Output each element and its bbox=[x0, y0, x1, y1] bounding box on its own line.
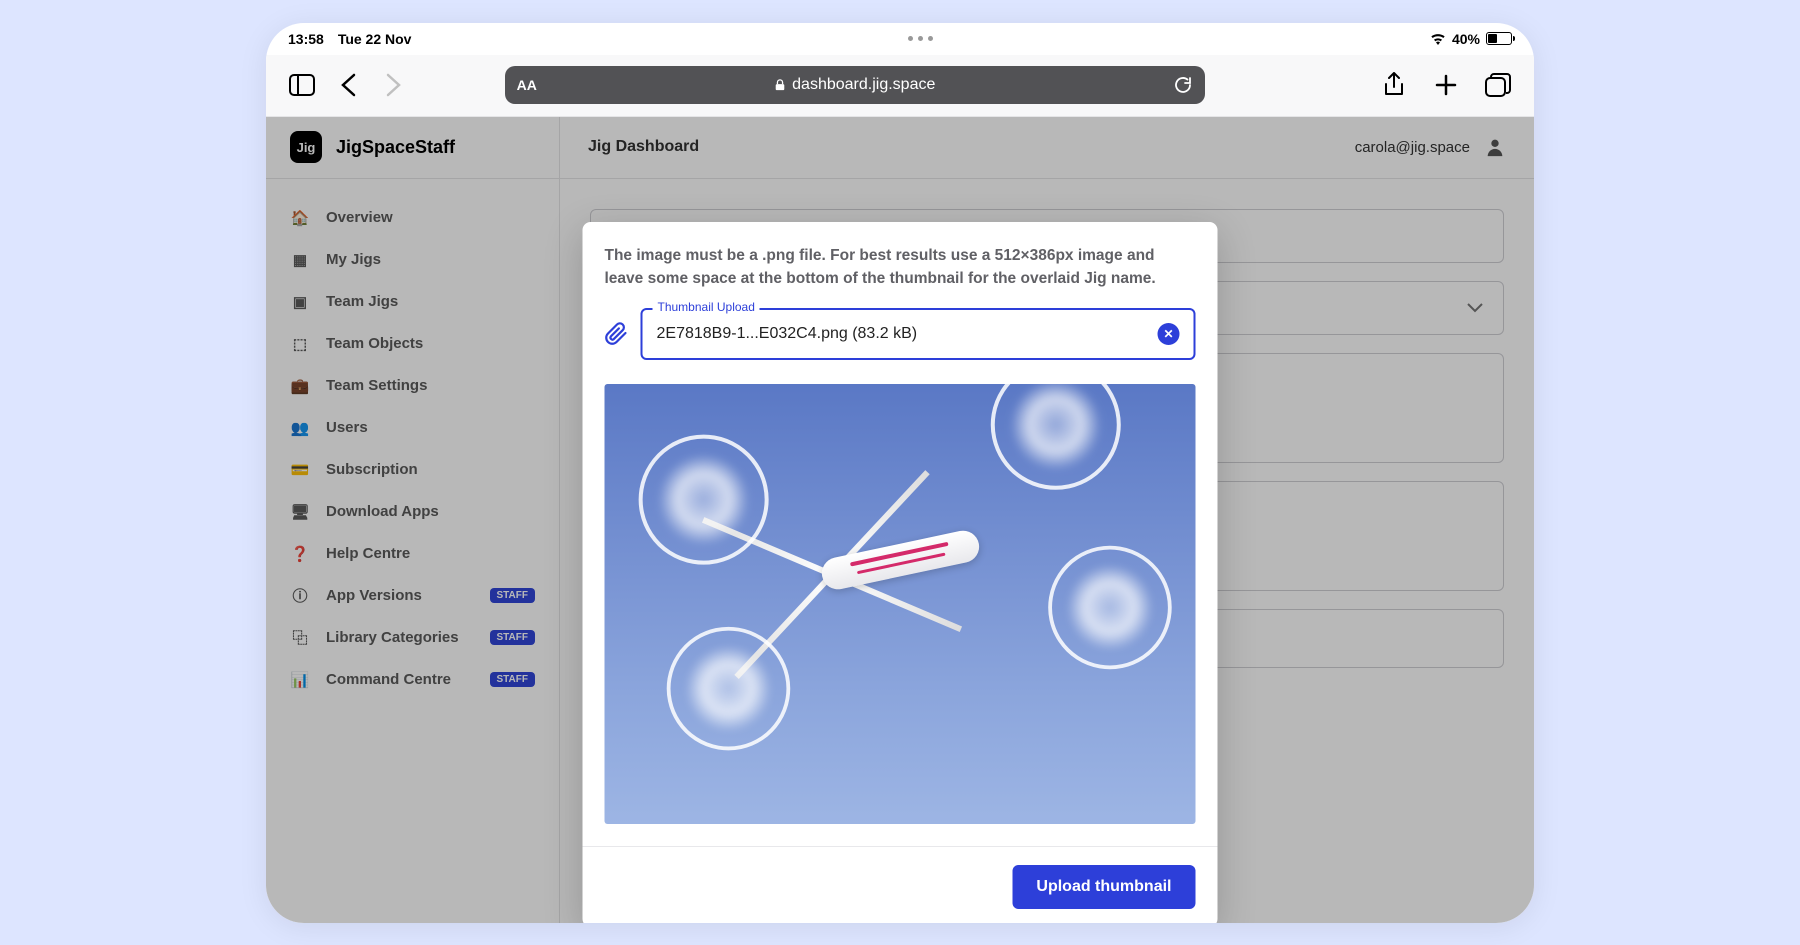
tabs-icon[interactable] bbox=[1484, 71, 1512, 99]
back-button[interactable] bbox=[334, 71, 362, 99]
status-bar: 13:58 Tue 22 Nov 40% bbox=[266, 23, 1534, 55]
field-label: Thumbnail Upload bbox=[653, 300, 760, 314]
browser-toolbar: AA dashboard.jig.space bbox=[266, 55, 1534, 117]
drone-image bbox=[649, 384, 1152, 754]
upload-thumbnail-modal: The image must be a .png file. For best … bbox=[583, 222, 1218, 923]
share-icon[interactable] bbox=[1380, 71, 1408, 99]
status-time: 13:58 bbox=[288, 31, 324, 47]
url-text: dashboard.jig.space bbox=[792, 76, 935, 94]
lock-icon bbox=[774, 79, 786, 91]
status-date: Tue 22 Nov bbox=[338, 31, 412, 47]
upload-thumbnail-button[interactable]: Upload thumbnail bbox=[1012, 865, 1195, 909]
ipad-frame: 13:58 Tue 22 Nov 40% AA dashboard bbox=[266, 23, 1534, 923]
new-tab-icon[interactable] bbox=[1432, 71, 1460, 99]
battery-percent: 40% bbox=[1452, 31, 1480, 47]
file-name: 2E7818B9-1...E032C4.png (83.2 kB) bbox=[657, 325, 1158, 343]
multitask-dots-icon[interactable] bbox=[908, 36, 933, 41]
battery-icon bbox=[1486, 32, 1512, 45]
text-size-icon[interactable]: AA bbox=[517, 77, 537, 93]
url-bar[interactable]: AA dashboard.jig.space bbox=[505, 66, 1205, 104]
sidebar-toggle-icon[interactable] bbox=[288, 71, 316, 99]
forward-button bbox=[380, 71, 408, 99]
thumbnail-preview bbox=[605, 384, 1196, 824]
attachment-icon bbox=[605, 322, 629, 346]
refresh-icon[interactable] bbox=[1173, 75, 1193, 95]
clear-file-button[interactable]: ✕ bbox=[1158, 323, 1180, 345]
thumbnail-upload-field[interactable]: Thumbnail Upload 2E7818B9-1...E032C4.png… bbox=[641, 308, 1196, 360]
wifi-icon bbox=[1430, 33, 1446, 45]
modal-help-text: The image must be a .png file. For best … bbox=[605, 244, 1196, 291]
